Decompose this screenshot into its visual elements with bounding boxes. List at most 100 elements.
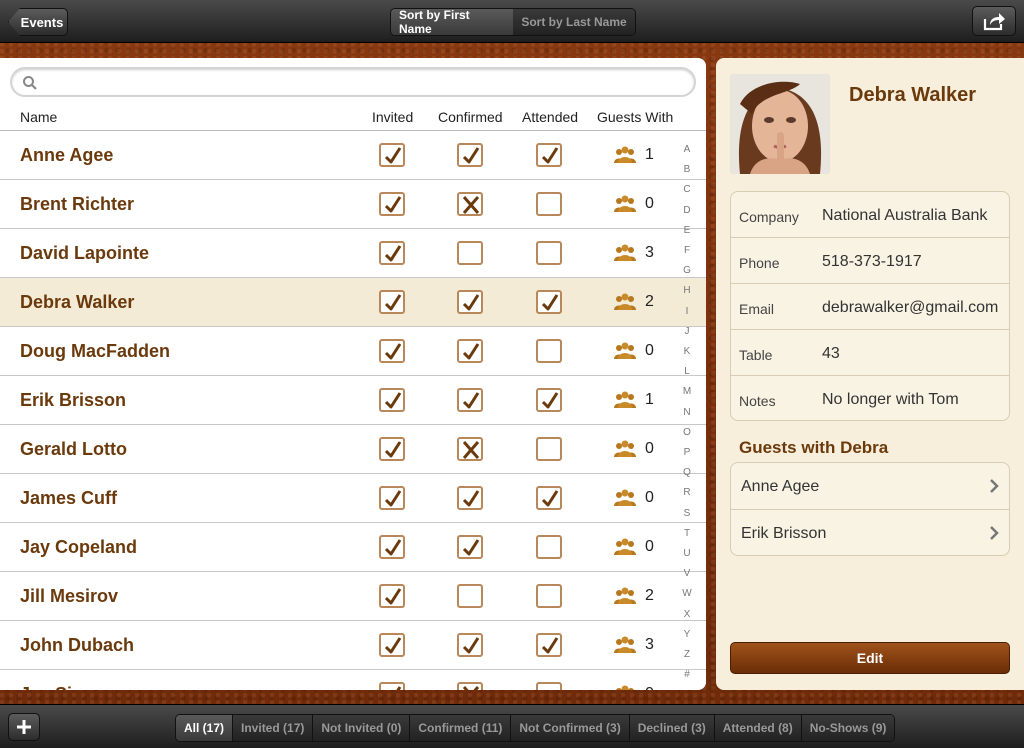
confirmed-checkbox[interactable]	[457, 633, 483, 657]
index-letter[interactable]: A	[677, 140, 697, 160]
confirmed-checkbox[interactable]	[457, 290, 483, 314]
attended-checkbox[interactable]	[536, 290, 562, 314]
table-row[interactable]: James Cuff 0	[0, 474, 706, 523]
index-letter[interactable]: G	[677, 261, 697, 281]
guest-name: Brent Richter	[20, 194, 135, 214]
email-value[interactable]: debrawalker@gmail.com	[822, 299, 998, 317]
confirmed-checkbox[interactable]	[457, 192, 483, 216]
share-button[interactable]	[972, 6, 1016, 36]
invited-checkbox[interactable]	[379, 143, 405, 167]
index-letter[interactable]: U	[677, 544, 697, 564]
attended-checkbox[interactable]	[536, 241, 562, 265]
attended-checkbox[interactable]	[536, 682, 562, 690]
email-row[interactable]: Email debrawalker@gmail.com	[731, 284, 1009, 330]
table-row[interactable]: Erik Brisson 1	[0, 376, 706, 425]
index-letter[interactable]: E	[677, 221, 697, 241]
index-letter[interactable]: R	[677, 483, 697, 503]
index-letter[interactable]: L	[677, 362, 697, 382]
invited-checkbox[interactable]	[379, 290, 405, 314]
alphabet-index[interactable]: A B C D E F G H I J K L M N O P Q R S T U V W X Y Z #	[677, 140, 697, 685]
attended-checkbox[interactable]	[536, 486, 562, 510]
filter-tab[interactable]: Invited (17)	[233, 715, 314, 741]
index-letter[interactable]: K	[677, 342, 697, 362]
index-letter[interactable]: I	[677, 302, 697, 322]
filter-tab[interactable]: Not Confirmed (3)	[511, 715, 630, 741]
index-letter[interactable]: S	[677, 504, 697, 524]
index-letter[interactable]: F	[677, 241, 697, 261]
filter-tab[interactable]: All (17)	[176, 715, 234, 741]
confirmed-checkbox[interactable]	[457, 682, 483, 690]
checkmark-icon	[462, 392, 480, 409]
index-letter[interactable]: Q	[677, 463, 697, 483]
search-input[interactable]	[42, 72, 682, 92]
index-letter[interactable]: Z	[677, 645, 697, 665]
confirmed-checkbox[interactable]	[457, 486, 483, 510]
index-letter[interactable]: V	[677, 564, 697, 584]
table-row[interactable]: Jill Mesirov 2	[0, 572, 706, 621]
attended-checkbox[interactable]	[536, 192, 562, 216]
edit-button[interactable]: Edit	[730, 642, 1010, 674]
invited-checkbox[interactable]	[379, 388, 405, 412]
sort-last-name-button[interactable]: Sort by Last Name	[513, 9, 635, 35]
filter-tab[interactable]: Attended (8)	[714, 715, 802, 741]
invited-checkbox[interactable]	[379, 241, 405, 265]
index-letter[interactable]: #	[677, 665, 697, 685]
confirmed-checkbox[interactable]	[457, 241, 483, 265]
filter-tab[interactable]: Declined (3)	[629, 715, 715, 741]
attended-checkbox[interactable]	[536, 584, 562, 608]
table-row[interactable]: Debra Walker 2	[0, 278, 706, 327]
index-letter[interactable]: Y	[677, 625, 697, 645]
table-row[interactable]: Gerald Lotto 0	[0, 425, 706, 474]
index-letter[interactable]: M	[677, 382, 697, 402]
filter-tab[interactable]: Confirmed (11)	[410, 715, 512, 741]
attended-checkbox[interactable]	[536, 437, 562, 461]
table-row[interactable]: Brent Richter 0	[0, 180, 706, 229]
filter-tab[interactable]: Not Invited (0)	[313, 715, 411, 741]
invited-checkbox[interactable]	[379, 339, 405, 363]
attended-checkbox[interactable]	[536, 535, 562, 559]
phone-row[interactable]: Phone 518-373-1917	[731, 238, 1009, 284]
invited-checkbox[interactable]	[379, 535, 405, 559]
table-row[interactable]: Doug MacFadden 0	[0, 327, 706, 376]
invited-checkbox[interactable]	[379, 437, 405, 461]
index-letter[interactable]: B	[677, 160, 697, 180]
confirmed-checkbox[interactable]	[457, 388, 483, 412]
confirmed-checkbox[interactable]	[457, 339, 483, 363]
confirmed-checkbox[interactable]	[457, 143, 483, 167]
filter-tab[interactable]: No-Shows (9)	[801, 715, 895, 741]
index-letter[interactable]: H	[677, 281, 697, 301]
invited-checkbox[interactable]	[379, 584, 405, 608]
phone-value[interactable]: 518-373-1917	[822, 253, 922, 271]
guest-link-row[interactable]: Anne Agee	[731, 463, 1009, 510]
index-letter[interactable]: O	[677, 423, 697, 443]
invited-checkbox[interactable]	[379, 192, 405, 216]
index-letter[interactable]: W	[677, 584, 697, 604]
index-letter[interactable]: X	[677, 605, 697, 625]
invited-checkbox[interactable]	[379, 682, 405, 690]
search-bar[interactable]	[10, 67, 696, 97]
invited-checkbox[interactable]	[379, 486, 405, 510]
attended-checkbox[interactable]	[536, 143, 562, 167]
add-guest-button[interactable]	[8, 713, 40, 741]
events-back-button[interactable]: Events	[8, 8, 68, 36]
confirmed-checkbox[interactable]	[457, 437, 483, 461]
table-row[interactable]: Anne Agee 1	[0, 131, 706, 180]
index-letter[interactable]: D	[677, 201, 697, 221]
guest-link-row[interactable]: Erik Brisson	[731, 510, 1009, 557]
index-letter[interactable]: T	[677, 524, 697, 544]
index-letter[interactable]: C	[677, 180, 697, 200]
invited-checkbox[interactable]	[379, 633, 405, 657]
table-row[interactable]: Jay Simon 0	[0, 670, 706, 690]
index-letter[interactable]: N	[677, 403, 697, 423]
index-letter[interactable]: P	[677, 443, 697, 463]
attended-checkbox[interactable]	[536, 633, 562, 657]
table-row[interactable]: John Dubach 3	[0, 621, 706, 670]
confirmed-checkbox[interactable]	[457, 584, 483, 608]
table-row[interactable]: David Lapointe 3	[0, 229, 706, 278]
confirmed-checkbox[interactable]	[457, 535, 483, 559]
index-letter[interactable]: J	[677, 322, 697, 342]
table-row[interactable]: Jay Copeland 0	[0, 523, 706, 572]
sort-first-name-button[interactable]: Sort by First Name	[391, 9, 513, 35]
attended-checkbox[interactable]	[536, 388, 562, 412]
attended-checkbox[interactable]	[536, 339, 562, 363]
